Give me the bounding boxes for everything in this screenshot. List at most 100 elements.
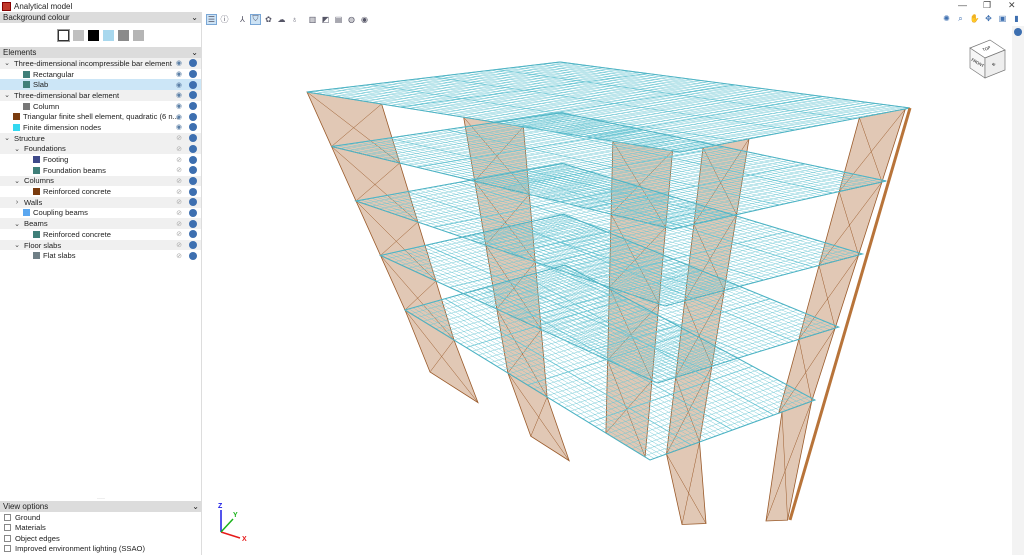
settings-icon[interactable] bbox=[189, 112, 197, 121]
tree-item[interactable]: › Walls ⊘ bbox=[0, 196, 201, 208]
help-icon[interactable] bbox=[1014, 28, 1022, 36]
settings-icon[interactable] bbox=[189, 80, 197, 89]
checkbox[interactable] bbox=[4, 513, 11, 521]
layers-icon[interactable]: ▤ bbox=[333, 14, 344, 25]
zoom-window-icon[interactable]: ⌕ bbox=[955, 13, 966, 24]
minimize-button[interactable]: — bbox=[958, 0, 967, 10]
view-options-header[interactable]: View options ⌄ bbox=[0, 501, 202, 512]
eye-off-icon[interactable]: ⊘ bbox=[176, 166, 182, 174]
eye-off-icon[interactable]: ⊘ bbox=[176, 156, 182, 164]
checkbox[interactable] bbox=[4, 545, 11, 553]
eye-off-icon[interactable]: ⊘ bbox=[176, 209, 182, 217]
chevron-down-icon[interactable]: ⌄ bbox=[13, 220, 21, 228]
eye-off-icon[interactable]: ⊘ bbox=[176, 177, 182, 185]
lighting-icon[interactable]: ☁ bbox=[276, 14, 287, 25]
eye-icon[interactable]: ◉ bbox=[176, 59, 182, 67]
settings-icon[interactable] bbox=[189, 59, 197, 68]
chevron-down-icon[interactable]: ⌄ bbox=[3, 59, 11, 67]
shading-icon[interactable]: ⛉ bbox=[250, 13, 261, 25]
tree-item[interactable]: ⌄ Floor slabs ⊘ bbox=[0, 239, 201, 251]
eye-off-icon[interactable]: ⊘ bbox=[176, 134, 182, 142]
tree-item[interactable]: Rectangular ◉ bbox=[0, 69, 201, 80]
view-icon[interactable]: ▣ bbox=[997, 13, 1008, 24]
tree-item[interactable]: ⌄ Three-dimensional bar element ◉ bbox=[0, 90, 201, 101]
zoom-extents-icon[interactable]: ✺ bbox=[941, 13, 952, 24]
tree-item[interactable]: Footing ⊘ bbox=[0, 154, 201, 165]
eye-off-icon[interactable]: ⊘ bbox=[176, 241, 182, 249]
material-icon[interactable]: ◍ bbox=[346, 14, 357, 25]
tree-item[interactable]: ⌄ Beams ⊘ bbox=[0, 218, 201, 229]
model-tree-icon[interactable]: ☰ bbox=[206, 13, 217, 25]
settings-icon[interactable] bbox=[189, 198, 197, 207]
tree-item[interactable]: ⌄ Structure ⊘ bbox=[0, 132, 201, 144]
eye-off-icon[interactable]: ⊘ bbox=[176, 145, 182, 153]
settings-icon[interactable] bbox=[189, 144, 197, 153]
axes-icon[interactable]: ⅄ bbox=[237, 14, 248, 25]
tree-item[interactable]: Slab ◉ bbox=[0, 79, 201, 91]
eye-icon[interactable]: ◉ bbox=[176, 70, 182, 78]
chevron-down-icon[interactable]: ⌄ bbox=[13, 241, 21, 249]
tree-item[interactable]: Column ◉ bbox=[0, 101, 201, 112]
tree-item[interactable]: Coupling beams ⊘ bbox=[0, 208, 201, 219]
swatch-1[interactable] bbox=[72, 29, 84, 41]
swatch-3[interactable] bbox=[102, 29, 114, 41]
ground-icon[interactable]: ♁ bbox=[289, 14, 300, 25]
view-option[interactable]: Materials bbox=[0, 523, 202, 534]
checkbox[interactable] bbox=[4, 524, 11, 532]
settings-icon[interactable] bbox=[189, 123, 197, 132]
settings-icon[interactable] bbox=[189, 166, 197, 175]
elements-header[interactable]: Elements ⌄ bbox=[0, 47, 201, 58]
tree-item[interactable]: Reinforced concrete ⊘ bbox=[0, 229, 201, 240]
swatch-5[interactable] bbox=[132, 29, 144, 41]
view-option[interactable]: Object edges bbox=[0, 533, 202, 544]
3d-viewport[interactable]: TOPFRONT RZXY bbox=[204, 26, 1012, 555]
settings-icon[interactable] bbox=[189, 241, 197, 250]
settings-icon[interactable] bbox=[189, 91, 197, 100]
chevron-down-icon[interactable]: ⌄ bbox=[13, 177, 21, 185]
eye-icon[interactable]: ◉ bbox=[176, 81, 182, 89]
settings-icon[interactable] bbox=[189, 134, 197, 143]
view-option[interactable]: Ground bbox=[0, 512, 202, 523]
settings-icon[interactable] bbox=[189, 208, 197, 217]
swatch-2[interactable] bbox=[87, 29, 99, 41]
swatch-4[interactable] bbox=[117, 29, 129, 41]
close-button[interactable]: ✕ bbox=[1008, 0, 1016, 11]
settings-icon[interactable] bbox=[189, 219, 197, 228]
eye-off-icon[interactable]: ⊘ bbox=[176, 220, 182, 228]
settings-icon[interactable] bbox=[189, 102, 197, 111]
tree-item[interactable]: Flat slabs ⊘ bbox=[0, 250, 201, 261]
restore-button[interactable]: ❐ bbox=[983, 0, 991, 11]
eye-icon[interactable]: ◉ bbox=[176, 91, 182, 99]
book-icon[interactable]: ▮ bbox=[1011, 13, 1022, 24]
clip-icon[interactable]: ◩ bbox=[320, 14, 331, 25]
eye-off-icon[interactable]: ⊘ bbox=[176, 198, 182, 206]
orbit-icon[interactable]: ✥ bbox=[983, 13, 994, 24]
tree-item[interactable]: ⌄ Three-dimensional incompressible bar el… bbox=[0, 58, 201, 69]
swatch-0[interactable] bbox=[56, 28, 70, 42]
section-icon[interactable]: ▥ bbox=[307, 14, 318, 25]
settings-icon[interactable] bbox=[189, 70, 197, 79]
eye-off-icon[interactable]: ⊘ bbox=[176, 230, 182, 238]
chevron-down-icon[interactable]: ⌄ bbox=[3, 134, 11, 142]
hide-icon[interactable]: ◉ bbox=[359, 14, 370, 25]
tree-item[interactable]: Triangular finite shell element, quadrat… bbox=[0, 111, 201, 122]
settings-icon[interactable] bbox=[189, 230, 197, 239]
eye-icon[interactable]: ◉ bbox=[176, 123, 182, 131]
tree-item[interactable]: ⌄ Foundations ⊘ bbox=[0, 143, 201, 155]
tree-item[interactable]: Reinforced concrete ⊘ bbox=[0, 186, 201, 197]
settings-icon[interactable] bbox=[189, 187, 197, 196]
tree-item[interactable]: Finite dimension nodes ◉ bbox=[0, 122, 201, 133]
tree-item[interactable]: Foundation beams ⊘ bbox=[0, 165, 201, 176]
eye-icon[interactable]: ◉ bbox=[176, 102, 182, 110]
pan-icon[interactable]: ✋ bbox=[969, 13, 980, 24]
settings-icon[interactable] bbox=[189, 251, 197, 260]
chevron-right-icon[interactable]: › bbox=[13, 199, 21, 206]
background-colour-header[interactable]: Background colour ⌄ bbox=[0, 12, 201, 23]
tree-item[interactable]: ⌄ Columns ⊘ bbox=[0, 175, 201, 187]
eye-off-icon[interactable]: ⊘ bbox=[176, 252, 182, 260]
view-option[interactable]: Improved environment lighting (SSAO) bbox=[0, 544, 202, 555]
settings-icon[interactable] bbox=[189, 176, 197, 185]
chevron-down-icon[interactable]: ⌄ bbox=[13, 145, 21, 153]
render-icon[interactable]: ✿ bbox=[263, 14, 274, 25]
eye-off-icon[interactable]: ⊘ bbox=[176, 188, 182, 196]
